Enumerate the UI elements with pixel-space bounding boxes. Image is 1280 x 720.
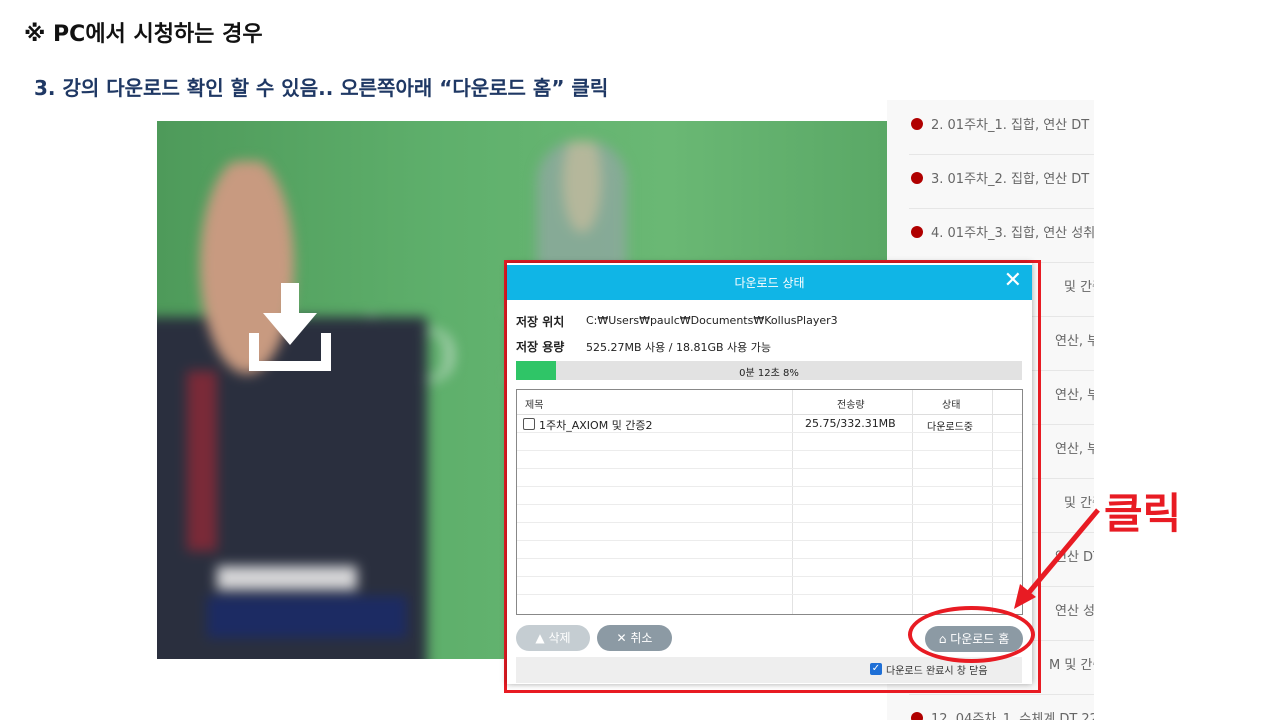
row-status: 다운로드중 [927,422,973,433]
row-divider [517,540,1022,541]
row-checkbox[interactable] [523,418,535,430]
progress-text: 0분 12초 8% [739,368,799,379]
column-divider [992,390,993,614]
row-divider [517,594,1022,595]
row-divider [517,450,1022,451]
status-dot-icon [911,172,923,184]
playlist-item-label: 및 간증 [1064,280,1094,295]
playlist-item-label: 연산, 부분 [1055,442,1094,457]
download-icon[interactable] [249,283,331,371]
column-divider [912,390,913,614]
trash-icon: ▲ [535,631,545,645]
row-divider [517,558,1022,559]
playlist-item-label: 4. 01주차_3. 집합, 연산 성취 [931,226,1094,241]
download-progress-bar: 0분 12초 8% [516,361,1022,380]
auto-close-checkbox[interactable]: ✓ [870,663,882,675]
close-icon: ✕ [616,631,627,645]
column-header-transfer[interactable]: 전송량 [837,396,865,411]
save-location-value: C:₩Users₩paulc₩Documents₩KollusPlayer3 [586,314,838,327]
row-divider [517,504,1022,505]
cancel-button[interactable]: ✕ 취소 [597,625,672,651]
column-header-title[interactable]: 제목 [525,396,543,411]
status-dot-icon [911,118,923,130]
playlist-item[interactable]: 2. 01주차_1. 집합, 연산 DT ( [909,100,1094,155]
slide-title: ※ PC에서 시청하는 경우 [24,22,263,47]
row-title: 1주차_AXIOM 및 간증2 [539,419,653,432]
playlist-item-label: 연산 DT [1055,550,1094,565]
playlist-item-label: M 및 간증 [1049,658,1094,673]
playlist-item-label: 12. 04주차_1. 수체계 DT 22 [931,712,1094,720]
column-header-status[interactable]: 상태 [942,396,960,411]
status-dot-icon [911,226,923,238]
highlight-ellipse [908,606,1035,663]
row-divider [517,468,1022,469]
playlist-item[interactable]: 4. 01주차_3. 집합, 연산 성취 [909,208,1094,263]
playlist-item-label: 3. 01주차_2. 집합, 연산 DT ( [931,172,1094,187]
cancel-button-label: 취소 [630,631,653,645]
row-divider [517,522,1022,523]
caption-bar [207,596,407,638]
save-location-label: 저장 위치 [516,315,565,329]
storage-label: 저장 용량 [516,340,565,354]
download-table: 제목 전송량 상태 1주차_AXIOM 및 간증2 25.75/332.31MB… [516,389,1023,615]
dialog-header: 다운로드 상태 ✕ [507,265,1032,300]
playlist-item-label: 2. 01주차_1. 집합, 연산 DT ( [931,118,1094,133]
auto-close-label: 다운로드 완료시 창 닫음 [886,666,988,677]
dialog-title: 다운로드 상태 [734,276,805,290]
playlist-item-label: 연산, 부분 [1055,334,1094,349]
delete-button[interactable]: ▲ 삭제 [516,625,590,651]
column-divider [792,390,793,614]
storage-value: 525.27MB 사용 / 18.81GB 사용 가능 [586,341,771,354]
row-transfer: 25.75/332.31MB [805,417,896,430]
click-annotation-label: 클릭 [1104,489,1182,538]
presenter-tie [187,371,217,551]
row-divider [517,576,1022,577]
row-divider [517,486,1022,487]
playlist-item[interactable]: 12. 04주차_1. 수체계 DT 22 [909,694,1094,720]
playlist-item-label: 및 간증 [1064,496,1094,511]
close-icon[interactable]: ✕ [1004,269,1022,293]
caption-bar-white [217,566,357,590]
slide-subtitle: 3. 강의 다운로드 확인 할 수 있음.. 오른쪽아래 “다운로드 홈” 클릭 [34,76,609,100]
status-dot-icon [911,712,923,720]
playlist-item-label: 연산 성취 [1055,604,1094,619]
playlist-item[interactable]: 3. 01주차_2. 집합, 연산 DT ( [909,154,1094,209]
delete-button-label: 삭제 [548,631,571,645]
playlist-item-label: 연산, 부분 [1055,388,1094,403]
table-header: 제목 전송량 상태 [517,390,1022,415]
